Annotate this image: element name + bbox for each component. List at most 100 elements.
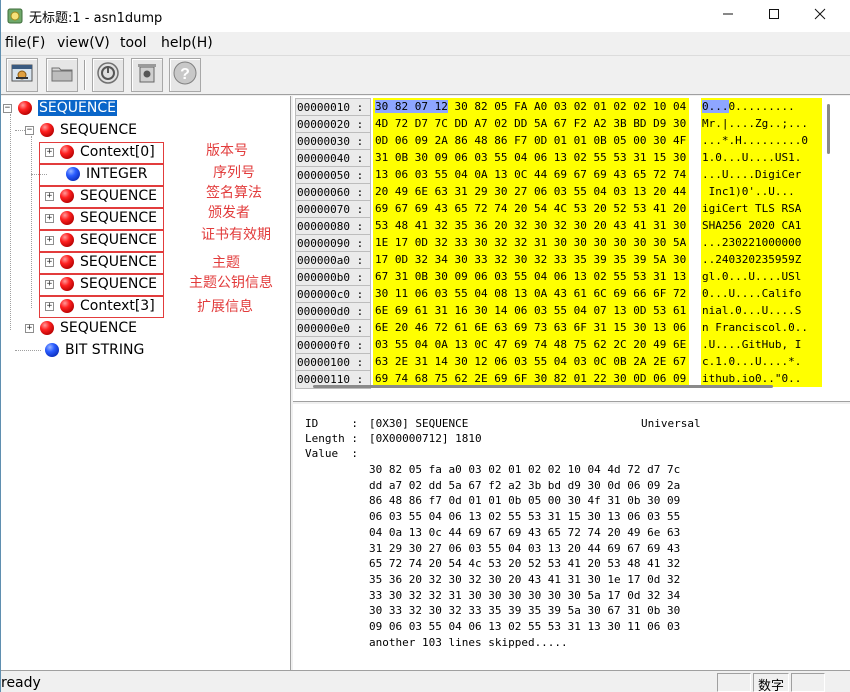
tree-node-root[interactable]: − SEQUENCE xyxy=(3,98,118,118)
expand-icon[interactable]: + xyxy=(45,147,54,157)
hex-vertical-scrollbar[interactable] xyxy=(823,98,835,368)
expand-icon[interactable]: + xyxy=(45,257,54,267)
hex-bytes-text: 30 11 06 03 55 04 08 13 0A 43 61 6C 69 6… xyxy=(375,287,687,300)
minimize-button[interactable] xyxy=(705,0,751,32)
hex-bytes[interactable]: 6E 69 61 31 16 30 14 06 03 55 04 07 13 0… xyxy=(373,302,689,319)
maximize-button[interactable] xyxy=(751,0,797,32)
hex-ascii[interactable]: 0...U....Califo xyxy=(701,285,822,302)
expand-icon[interactable]: + xyxy=(45,279,54,289)
hex-ascii[interactable]: nial.0...U....S xyxy=(701,302,822,319)
value-hex-line: 31 29 30 27 06 03 55 04 03 13 20 44 69 6… xyxy=(369,541,681,555)
length-label: Length : xyxy=(305,432,358,445)
hex-bytes[interactable]: 4D 72 D7 7C DD A7 02 DD 5A 67 F2 A2 3B B… xyxy=(373,115,689,132)
hex-ascii[interactable]: .U....GitHub, I xyxy=(701,336,822,353)
hex-ascii[interactable]: gl.0...U....USl xyxy=(701,268,822,285)
hex-ascii[interactable]: ..240320235959Z xyxy=(701,251,822,268)
hex-bytes[interactable]: 13 06 03 55 04 0A 13 0C 44 69 67 69 43 6… xyxy=(373,166,689,183)
asn1-tree-view[interactable]: − SEQUENCE − SEQUENCE + Context[0] 版本号 I… xyxy=(1,96,291,670)
hex-ascii[interactable]: c.1.0...U....*. xyxy=(701,353,822,370)
tree-node-sequence[interactable]: + SEQUENCE xyxy=(45,252,157,272)
tree-node-sequence[interactable]: − SEQUENCE xyxy=(25,120,137,140)
length-value: [0X00000712] 1810 xyxy=(369,432,482,445)
status-num-lock: 数字 xyxy=(753,673,789,692)
hex-bytes[interactable]: 30 82 07 12 30 82 05 FA A0 03 02 01 02 0… xyxy=(373,98,689,115)
tree-node-sequence[interactable]: + SEQUENCE xyxy=(45,230,157,250)
menu-tool[interactable]: tool xyxy=(120,35,147,51)
hex-ascii[interactable]: Mr.|....Zg..;... xyxy=(701,115,822,132)
tree-node-sequence[interactable]: + SEQUENCE xyxy=(45,274,157,294)
hex-ascii[interactable]: ...*.H.........0 xyxy=(701,132,822,149)
maximize-icon xyxy=(768,8,780,24)
status-bar: ready 数字 xyxy=(1,670,850,692)
toolbar-edit-button[interactable] xyxy=(6,58,38,92)
hex-bytes[interactable]: 63 2E 31 14 30 12 06 03 55 04 03 0C 0B 2… xyxy=(373,353,689,370)
detail-view[interactable]: ID : [0X30] SEQUENCE Universal Length : … xyxy=(293,404,850,670)
annotation-extensions: 扩展信息 xyxy=(197,299,253,315)
hex-ascii-text: ...*.H.........0 xyxy=(702,134,808,147)
annotation-signature-algorithm: 签名算法 xyxy=(206,185,262,201)
hex-bytes[interactable]: 53 48 41 32 35 36 20 32 30 32 30 20 43 4… xyxy=(373,217,689,234)
scrollbar-thumb[interactable] xyxy=(827,104,830,154)
value-hex-line: 33 30 32 32 31 30 30 30 30 30 30 5a 17 0… xyxy=(369,588,681,602)
hex-ascii-text: c.1.0...U....*. xyxy=(702,355,802,368)
sequence-node-icon xyxy=(60,277,74,291)
tree-node-sequence[interactable]: + SEQUENCE xyxy=(45,186,157,206)
tree-node-sequence[interactable]: + SEQUENCE xyxy=(45,208,157,228)
integer-node-icon xyxy=(66,167,80,181)
recycle-icon xyxy=(135,61,159,89)
hex-ascii[interactable]: igiCert TLS RSA xyxy=(701,200,822,217)
hex-bytes[interactable]: 03 55 04 0A 13 0C 47 69 74 48 75 62 2C 2… xyxy=(373,336,689,353)
menu-file[interactable]: file(F) xyxy=(5,35,45,51)
toolbar-power-button[interactable] xyxy=(92,58,124,92)
hex-ascii[interactable]: ...230221000000 xyxy=(701,234,822,251)
hex-ascii[interactable]: 0...0......... xyxy=(701,98,822,115)
scrollbar-thumb[interactable] xyxy=(313,385,773,388)
toolbar-recycle-button[interactable] xyxy=(131,58,163,92)
tree-node-sequence[interactable]: + SEQUENCE xyxy=(25,318,137,338)
hex-horizontal-scrollbar[interactable] xyxy=(293,378,823,394)
tree-node-context0[interactable]: + Context[0] xyxy=(45,142,155,162)
hex-bytes[interactable]: 69 67 69 43 65 72 74 20 54 4C 53 20 52 5… xyxy=(373,200,689,217)
hex-bytes[interactable]: 6E 20 46 72 61 6E 63 69 73 63 6F 31 15 3… xyxy=(373,319,689,336)
hex-ascii[interactable]: Inc1)0'..U... xyxy=(701,183,822,200)
collapse-icon[interactable]: − xyxy=(25,125,34,135)
tree-node-integer[interactable]: INTEGER xyxy=(66,164,147,184)
expand-icon[interactable]: + xyxy=(45,235,54,245)
tree-node-bit-string[interactable]: BIT STRING xyxy=(45,340,144,360)
hex-ascii[interactable]: SHA256 2020 CA1 xyxy=(701,217,822,234)
menu-view[interactable]: view(V) xyxy=(57,35,110,51)
hex-ascii[interactable]: 1.0...U....US1. xyxy=(701,149,822,166)
tree-node-context3[interactable]: + Context[3] xyxy=(45,296,155,316)
close-button[interactable] xyxy=(797,0,843,32)
expand-icon[interactable]: + xyxy=(45,213,54,223)
hex-bytes-text: 0D 06 09 2A 86 48 86 F7 0D 01 01 0B 05 0… xyxy=(375,134,687,147)
hex-bytes[interactable]: 67 31 0B 30 09 06 03 55 04 06 13 02 55 5… xyxy=(373,268,689,285)
hex-bytes-text: 13 06 03 55 04 0A 13 0C 44 69 67 69 43 6… xyxy=(375,168,687,181)
toolbar-help-button[interactable]: ? xyxy=(169,58,201,92)
tree-node-label: SEQUENCE xyxy=(80,188,157,204)
expand-icon[interactable]: + xyxy=(25,323,34,333)
expand-icon[interactable]: + xyxy=(45,191,54,201)
menu-help[interactable]: help(H) xyxy=(161,35,213,51)
hex-view[interactable]: 00000010 :30 82 07 12 30 82 05 FA A0 03 … xyxy=(293,96,850,402)
hex-ascii[interactable]: n Franciscol.0.. xyxy=(701,319,822,336)
hex-bytes[interactable]: 0D 06 09 2A 86 48 86 F7 0D 01 01 0B 05 0… xyxy=(373,132,689,149)
hex-bytes-text: 63 2E 31 14 30 12 06 03 55 04 03 0C 0B 2… xyxy=(375,355,687,368)
collapse-icon[interactable]: − xyxy=(3,103,12,113)
tree-node-label: SEQUENCE xyxy=(60,320,137,336)
app-icon xyxy=(7,8,23,24)
id-label: ID : xyxy=(305,417,358,430)
hex-bytes[interactable]: 1E 17 0D 32 33 30 32 32 31 30 30 30 30 3… xyxy=(373,234,689,251)
hex-bytes[interactable]: 20 49 6E 63 31 29 30 27 06 03 55 04 03 1… xyxy=(373,183,689,200)
hex-bytes[interactable]: 17 0D 32 34 30 33 32 30 32 33 35 39 35 3… xyxy=(373,251,689,268)
hex-bytes[interactable]: 30 11 06 03 55 04 08 13 0A 43 61 6C 69 6… xyxy=(373,285,689,302)
hex-ascii[interactable]: ...U....DigiCer xyxy=(701,166,822,183)
annotation-validity: 证书有效期 xyxy=(201,227,271,243)
tree-node-label: SEQUENCE xyxy=(80,232,157,248)
expand-icon[interactable]: + xyxy=(45,301,54,311)
hex-ascii-text: nial.0...U....S xyxy=(702,304,802,317)
sequence-node-icon xyxy=(60,189,74,203)
toolbar-open-button[interactable] xyxy=(46,58,78,92)
hex-ascii-text: ..240320235959Z xyxy=(702,253,802,266)
hex-bytes[interactable]: 31 0B 30 09 06 03 55 04 06 13 02 55 53 3… xyxy=(373,149,689,166)
